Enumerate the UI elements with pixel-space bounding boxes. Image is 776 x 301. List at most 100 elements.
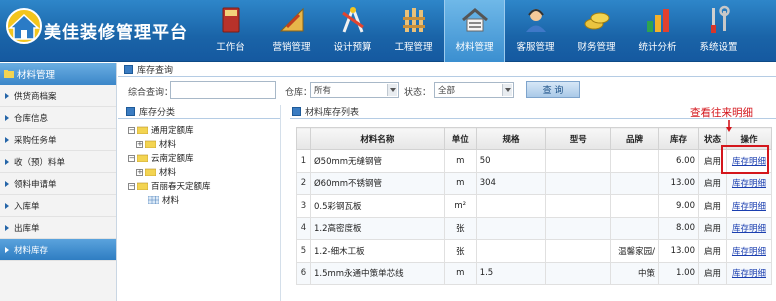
cell-brand	[610, 216, 660, 240]
sidebar-item-warehouse[interactable]: 仓库信息	[0, 107, 116, 129]
stock-detail-link[interactable]: 库存明细	[732, 179, 766, 189]
cell-brand	[610, 194, 660, 218]
tree-node-general-quota[interactable]: − 通用定额库	[128, 123, 280, 137]
nav-marketing[interactable]: 营销管理	[261, 0, 322, 62]
wrench-screwdriver-icon	[710, 5, 730, 33]
table-row[interactable]: 3 0.5彩钢瓦板 m² 9.00 启用 库存明细	[296, 194, 773, 218]
nav-customer-service[interactable]: 客服管理	[505, 0, 566, 62]
expand-icon[interactable]: +	[136, 140, 143, 148]
design-tools-icon	[341, 7, 364, 33]
keyword-input[interactable]	[170, 81, 276, 99]
nav-label: 财务管理	[577, 42, 616, 53]
tree-node-baili-quota[interactable]: − 百丽春天定额库	[128, 179, 280, 193]
nav-label: 系统设置	[699, 42, 738, 53]
nav-label: 工程管理	[394, 42, 433, 53]
column-header: 库存	[658, 127, 699, 150]
ruler-pencil-icon	[279, 7, 303, 32]
caret-right-icon	[5, 180, 9, 187]
tree-node-material[interactable]: + 材料	[128, 165, 280, 179]
query-section-header: 库存查询	[118, 63, 776, 77]
cell-name: 1.2-细木工板	[309, 239, 445, 263]
folder-icon	[137, 182, 148, 190]
column-header: 材料名称	[309, 127, 445, 150]
cell-spec	[475, 239, 547, 263]
sidebar-item-stock-in[interactable]: 入库单	[0, 195, 116, 217]
expand-icon[interactable]: +	[136, 168, 143, 176]
table-header-row: 材料名称 单位 规格 型号 品牌 库存 状态 操作	[296, 127, 773, 150]
nav-statistics[interactable]: 统计分析	[627, 0, 688, 62]
stock-list-title: 材料库存列表	[305, 108, 360, 118]
status-select[interactable]: 全部	[434, 82, 514, 98]
tree-node-yunnan-quota[interactable]: − 云南定额库	[128, 151, 280, 165]
table-row[interactable]: 1 Ø50mm无缝钢管 m 50 6.00 启用 库存明细	[296, 149, 773, 173]
row-number: 4	[296, 216, 311, 240]
keyword-label: 综合查询：	[128, 88, 174, 98]
tree-node-material[interactable]: + 材料	[128, 137, 280, 151]
stock-detail-link[interactable]: 库存明细	[732, 202, 766, 212]
sidebar-item-label: 收（预）料单	[14, 157, 66, 168]
chevron-down-icon	[502, 84, 512, 96]
caret-right-icon	[5, 158, 9, 165]
stock-table: 材料名称 单位 规格 型号 品牌 库存 状态 操作 1 Ø50mm无缝钢管 m …	[296, 127, 773, 285]
table-row[interactable]: 4 1.2高密度板 张 8.00 启用 库存明细	[296, 216, 773, 240]
cell-status: 启用	[697, 239, 727, 263]
logo-icon	[6, 8, 42, 44]
nav-system-settings[interactable]: 系统设置	[688, 0, 749, 62]
sidebar-item-suppliers[interactable]: 供货商档案	[0, 85, 116, 107]
tree-node-label: 通用定额库	[151, 126, 194, 136]
column-header: 规格	[475, 127, 547, 150]
section-square-icon	[126, 107, 135, 116]
cell-stock: 13.00	[658, 239, 699, 263]
grid-table-icon	[148, 196, 159, 204]
main-nav: 工作台 营销管理 设计预算 工程管理 材料管理 客服管理 财务管理 统计分析 系…	[200, 0, 749, 62]
tree-node-label: 材料	[159, 140, 177, 150]
table-row[interactable]: 6 1.5mm永通中策单芯线 m 1.5 中策 1.00 启用 库存明细	[296, 261, 773, 285]
cell-unit: 张	[443, 239, 477, 263]
category-header: 库存分类	[118, 105, 280, 119]
cell-unit: m	[443, 149, 477, 173]
stock-detail-link[interactable]: 库存明细	[732, 247, 766, 257]
support-person-icon	[525, 9, 546, 32]
collapse-icon[interactable]: −	[128, 126, 135, 134]
row-number: 2	[296, 171, 311, 195]
sidebar-header: 材料管理	[0, 63, 116, 85]
search-button[interactable]: 查 询	[526, 81, 580, 98]
cell-spec: 1.5	[475, 261, 547, 285]
nav-label: 营销管理	[272, 42, 311, 53]
sidebar-item-material-inventory[interactable]: 材料库存	[0, 239, 116, 261]
section-square-icon	[292, 107, 301, 116]
tree-node-material[interactable]: 材料	[128, 193, 280, 207]
nav-workbench[interactable]: 工作台	[200, 0, 261, 62]
sidebar-item-label: 仓库信息	[14, 113, 49, 124]
status-select-value: 全部	[438, 86, 456, 96]
stock-detail-link[interactable]: 库存明细	[732, 224, 766, 234]
table-row[interactable]: 5 1.2-细木工板 张 温馨家园/ 13.00 启用 库存明细	[296, 239, 773, 263]
top-header: 美佳装修管理平台 工作台 营销管理 设计预算 工程管理 材料管理 客服管理 财务…	[0, 0, 776, 62]
caret-right-icon	[5, 246, 9, 253]
folder-icon	[137, 154, 148, 162]
sidebar-item-stock-out[interactable]: 出库单	[0, 217, 116, 239]
sidebar-item-purchase-tasks[interactable]: 采购任务单	[0, 129, 116, 151]
cell-unit: m	[443, 261, 477, 285]
folder-icon	[145, 140, 156, 148]
warehouse-select[interactable]: 所有	[310, 82, 399, 98]
table-row[interactable]: 2 Ø60mm不锈钢管 m 304 13.00 启用 库存明细	[296, 171, 773, 195]
cell-unit: m	[443, 171, 477, 195]
cell-name: 1.2高密度板	[309, 216, 445, 240]
nav-finance[interactable]: 财务管理	[566, 0, 627, 62]
section-square-icon	[124, 65, 133, 74]
cell-unit: 张	[443, 216, 477, 240]
stock-detail-link[interactable]: 库存明细	[732, 269, 766, 279]
cell-brand	[610, 171, 660, 195]
nav-design-budget[interactable]: 设计预算	[322, 0, 383, 62]
collapse-icon[interactable]: −	[128, 154, 135, 162]
tree-node-label: 材料	[162, 196, 180, 206]
sidebar-item-requisitions[interactable]: 领料申请单	[0, 173, 116, 195]
nav-engineering[interactable]: 工程管理	[383, 0, 444, 62]
sidebar-item-receipts[interactable]: 收（预）料单	[0, 151, 116, 173]
nav-materials[interactable]: 材料管理	[444, 0, 505, 62]
cell-model	[545, 171, 612, 195]
collapse-icon[interactable]: −	[128, 182, 135, 190]
status-label: 状态：	[404, 88, 432, 98]
cell-model	[545, 216, 612, 240]
